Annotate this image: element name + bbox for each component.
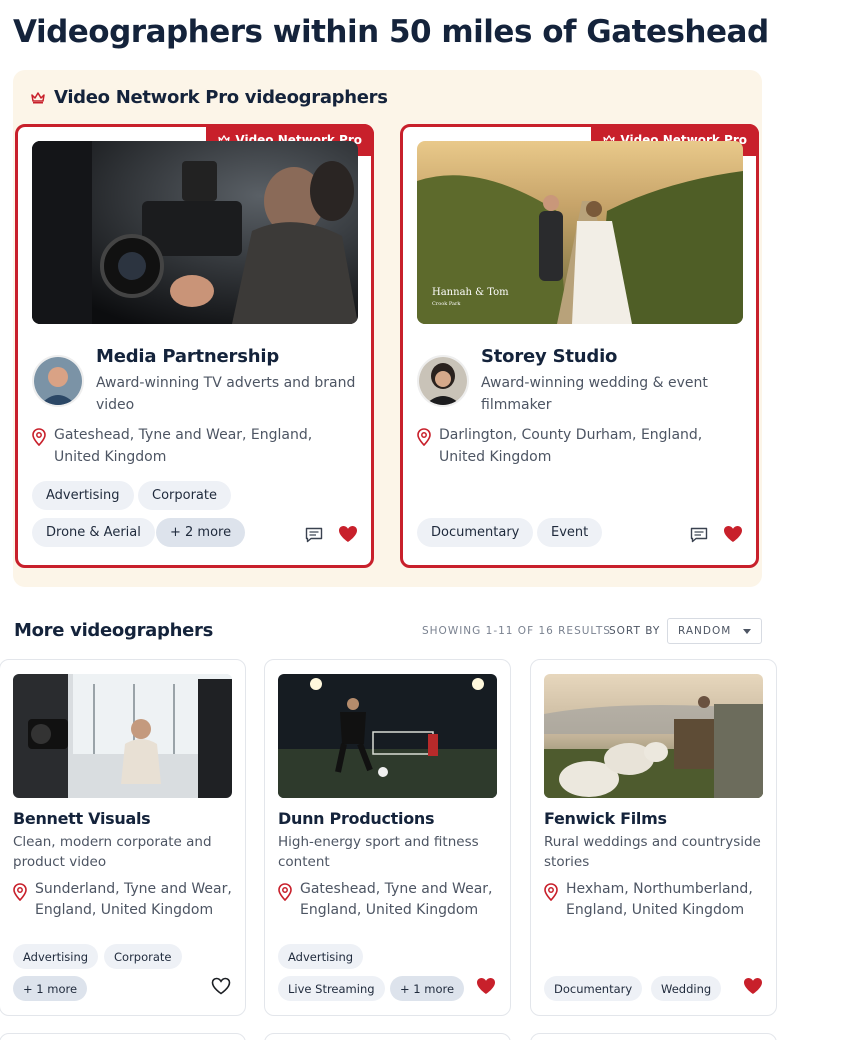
location-pin-icon	[278, 883, 292, 901]
heart-filled-icon[interactable]	[723, 525, 743, 543]
tag-live-streaming[interactable]: Live Streaming	[278, 976, 385, 1001]
sort-select[interactable]: RANDOM	[667, 618, 762, 644]
tag-documentary[interactable]: Documentary	[417, 518, 534, 547]
location: Hexham, Northumberland, England, United …	[544, 879, 769, 921]
pro-card-media-partnership[interactable]: Video Network Pro Media Partnership Awar…	[15, 124, 374, 568]
profile-cover-photo[interactable]: Hannah & Tom Crook Park	[417, 141, 743, 324]
tag-advertising[interactable]: Advertising	[278, 944, 364, 969]
heart-filled-icon[interactable]	[743, 977, 763, 995]
location-text: Sunderland, Tyne and Wear, England, Unit…	[35, 881, 232, 918]
location: Gateshead, Tyne and Wear, England, Unite…	[32, 424, 362, 468]
location-pin-icon	[32, 428, 46, 446]
tag-documentary[interactable]: Documentary	[544, 976, 643, 1001]
pro-videographers-section: Video Network Pro videographers Video Ne…	[13, 70, 762, 587]
videographer-card-partial[interactable]	[0, 1033, 246, 1040]
videographer-card-partial[interactable]	[530, 1033, 777, 1040]
pro-section-title: Video Network Pro videographers	[54, 87, 388, 108]
profile-cover-photo[interactable]	[13, 674, 232, 798]
profile-cover-photo[interactable]	[544, 674, 763, 798]
videographer-card-partial[interactable]	[264, 1033, 511, 1040]
more-tags-button[interactable]: + 2 more	[156, 518, 246, 547]
location: Sunderland, Tyne and Wear, England, Unit…	[13, 879, 238, 921]
photo-subcaption: Crook Park	[432, 301, 461, 307]
sort-value: RANDOM	[678, 625, 732, 637]
videographer-card-fenwick-films[interactable]: Fenwick Films Rural weddings and country…	[530, 659, 777, 1016]
location-text: Darlington, County Durham, England, Unit…	[439, 427, 703, 465]
more-tags-button[interactable]: + 1 more	[390, 976, 465, 1001]
more-section-title: More videographers	[14, 620, 213, 641]
page-title: Videographers within 50 miles of Gateshe…	[13, 14, 769, 50]
heart-outline-icon[interactable]	[211, 977, 231, 995]
videographer-tagline: Award-winning TV adverts and brand video	[96, 375, 356, 413]
avatar[interactable]	[32, 355, 84, 407]
tag-advertising[interactable]: Advertising	[13, 944, 99, 969]
videographer-tagline: Award-winning wedding & event filmmaker	[481, 375, 708, 413]
location: Darlington, County Durham, England, Unit…	[417, 424, 747, 468]
message-icon[interactable]	[690, 527, 708, 543]
profile-cover-photo[interactable]	[32, 141, 358, 324]
crown-icon	[31, 91, 45, 104]
more-tags-button[interactable]: + 1 more	[13, 976, 88, 1001]
location-text: Hexham, Northumberland, England, United …	[566, 881, 753, 918]
photo-caption: Hannah & Tom	[432, 287, 509, 298]
chevron-down-icon	[743, 629, 751, 634]
videographer-name[interactable]: Storey Studio	[481, 346, 617, 367]
videographer-name[interactable]: Bennett Visuals	[13, 809, 151, 828]
pro-section-header: Video Network Pro videographers	[31, 87, 388, 108]
videographer-tagline: Clean, modern corporate and product vide…	[13, 834, 212, 870]
location-pin-icon	[13, 883, 27, 901]
tag-wedding[interactable]: Wedding	[651, 976, 722, 1001]
videographer-name[interactable]: Fenwick Films	[544, 809, 667, 828]
heart-filled-icon[interactable]	[476, 977, 496, 995]
videographer-card-dunn-productions[interactable]: Dunn Productions High-energy sport and f…	[264, 659, 511, 1016]
location: Gateshead, Tyne and Wear, England, Unite…	[278, 879, 503, 921]
profile-cover-photo[interactable]	[278, 674, 497, 798]
tag-event[interactable]: Event	[537, 518, 603, 547]
tag-corporate[interactable]: Corporate	[138, 481, 231, 510]
tag-advertising[interactable]: Advertising	[32, 481, 134, 510]
videographer-card-bennett-visuals[interactable]: Bennett Visuals Clean, modern corporate …	[0, 659, 246, 1016]
videographer-tagline: High-energy sport and fitness content	[278, 834, 479, 870]
location-text: Gateshead, Tyne and Wear, England, Unite…	[54, 427, 313, 465]
results-count: SHOWING 1-11 OF 16 RESULTS	[422, 625, 611, 637]
location-text: Gateshead, Tyne and Wear, England, Unite…	[300, 881, 493, 918]
videographer-name[interactable]: Media Partnership	[96, 346, 279, 367]
videographer-tagline: Rural weddings and countryside stories	[544, 834, 761, 870]
pro-card-storey-studio[interactable]: Video Network Pro Hannah & Tom Crook Par…	[400, 124, 759, 568]
location-pin-icon	[544, 883, 558, 901]
message-icon[interactable]	[305, 527, 323, 543]
sort-label: SORT BY	[609, 625, 661, 637]
tag-corporate[interactable]: Corporate	[104, 944, 182, 969]
avatar[interactable]	[417, 355, 469, 407]
location-pin-icon	[417, 428, 431, 446]
heart-filled-icon[interactable]	[338, 525, 358, 543]
videographer-name[interactable]: Dunn Productions	[278, 809, 435, 828]
tag-drone-aerial[interactable]: Drone & Aerial	[32, 518, 155, 547]
